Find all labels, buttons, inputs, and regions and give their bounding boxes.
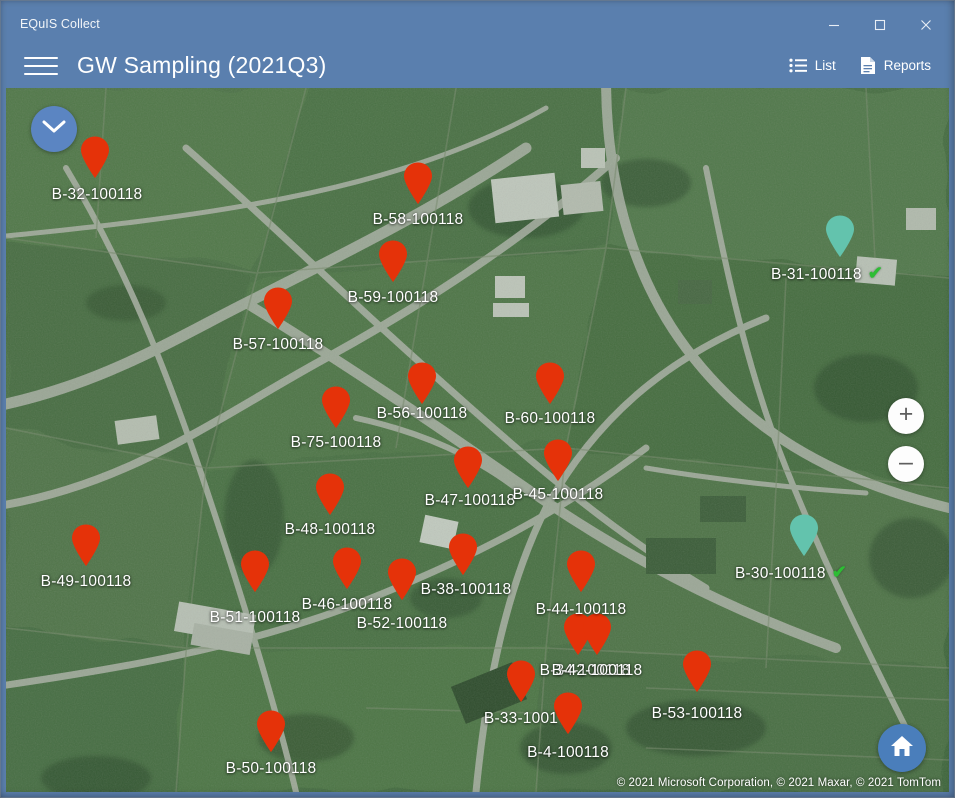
maximize-button[interactable] — [857, 6, 903, 43]
home-icon — [889, 734, 915, 763]
map-pin[interactable] — [315, 473, 345, 515]
title-bar: EQuIS Collect — [6, 6, 949, 43]
map-pin[interactable] — [80, 136, 110, 178]
list-button[interactable]: List — [789, 58, 836, 73]
hamburger-menu-icon[interactable] — [24, 53, 58, 79]
satellite-imagery — [6, 88, 949, 792]
map-pin[interactable] — [506, 660, 536, 702]
app-bar-actions: List Reports — [789, 56, 931, 75]
map-pin[interactable] — [543, 439, 573, 481]
zoom-out-button[interactable]: – — [888, 446, 924, 482]
reports-button[interactable]: Reports — [860, 56, 931, 75]
minimize-button[interactable] — [811, 6, 857, 43]
map-pin[interactable] — [453, 446, 483, 488]
map-pin[interactable] — [378, 240, 408, 282]
document-icon — [860, 56, 876, 75]
map-pin[interactable] — [682, 650, 712, 692]
collapse-panel-button[interactable] — [31, 106, 77, 152]
zoom-in-button[interactable]: + — [888, 398, 924, 434]
list-icon — [789, 58, 807, 73]
app-title: EQuIS Collect — [20, 17, 100, 32]
map-view[interactable]: B-32-100118 B-58-100118 B-59-100118 B-31-10… — [6, 88, 949, 792]
app-window: EQuIS Collect GW Sampling (2021Q3) List … — [0, 0, 955, 798]
map-pin[interactable] — [240, 550, 270, 592]
map-pin[interactable] — [825, 215, 855, 257]
window-controls — [811, 6, 949, 43]
map-pin[interactable] — [263, 287, 293, 329]
map-pin[interactable] — [566, 550, 596, 592]
list-button-label: List — [814, 58, 836, 73]
page-title: GW Sampling (2021Q3) — [77, 52, 327, 78]
map-pin[interactable] — [256, 710, 286, 752]
map-pin[interactable] — [553, 692, 583, 734]
map-pin[interactable] — [321, 386, 351, 428]
map-pin[interactable] — [407, 362, 437, 404]
map-pin[interactable] — [403, 162, 433, 204]
home-button[interactable] — [878, 724, 926, 772]
map-pin[interactable] — [448, 533, 478, 575]
map-pin[interactable] — [387, 558, 417, 600]
map-pin[interactable] — [71, 524, 101, 566]
reports-button-label: Reports — [883, 58, 931, 73]
map-pin[interactable] — [789, 514, 819, 556]
app-bar: GW Sampling (2021Q3) List Reports — [6, 43, 949, 88]
map-pin[interactable] — [582, 613, 612, 655]
map-pin[interactable] — [535, 362, 565, 404]
minus-icon: – — [899, 448, 913, 476]
map-pin[interactable] — [332, 547, 362, 589]
chevron-down-icon — [42, 120, 66, 139]
plus-icon: + — [898, 400, 914, 428]
close-button[interactable] — [903, 6, 949, 43]
